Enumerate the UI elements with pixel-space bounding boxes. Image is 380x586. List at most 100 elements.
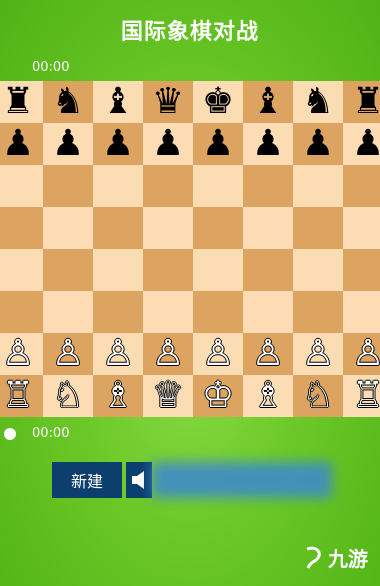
black-pawn-icon[interactable]: ♟ bbox=[102, 126, 134, 162]
board-square[interactable] bbox=[43, 249, 93, 291]
black-rook-icon[interactable]: ♜ bbox=[352, 84, 380, 120]
board-square[interactable] bbox=[293, 207, 343, 249]
board-square[interactable] bbox=[243, 291, 293, 333]
board-square[interactable]: ♗ bbox=[243, 375, 293, 417]
white-rook-icon[interactable]: ♖ bbox=[352, 378, 380, 414]
white-pawn-icon[interactable]: ♙ bbox=[202, 336, 234, 372]
board-square[interactable]: ♟ bbox=[93, 123, 143, 165]
board-square[interactable] bbox=[343, 165, 380, 207]
player-timer: 00:00 bbox=[32, 426, 70, 441]
board-square[interactable]: ♔ bbox=[193, 375, 243, 417]
board-square[interactable] bbox=[93, 291, 143, 333]
board-square[interactable]: ♞ bbox=[293, 81, 343, 123]
board-square[interactable]: ♝ bbox=[243, 81, 293, 123]
white-knight-icon[interactable]: ♘ bbox=[302, 378, 334, 414]
board-square[interactable] bbox=[343, 207, 380, 249]
black-pawn-icon[interactable]: ♟ bbox=[52, 126, 84, 162]
white-bishop-icon[interactable]: ♗ bbox=[252, 378, 284, 414]
board-square[interactable]: ♙ bbox=[293, 333, 343, 375]
black-rook-icon[interactable]: ♜ bbox=[2, 84, 34, 120]
black-king-icon[interactable]: ♚ bbox=[202, 84, 234, 120]
black-pawn-icon[interactable]: ♟ bbox=[352, 126, 380, 162]
board-square[interactable] bbox=[0, 249, 43, 291]
board-square[interactable]: ♙ bbox=[93, 333, 143, 375]
black-pawn-icon[interactable]: ♟ bbox=[202, 126, 234, 162]
white-king-icon[interactable]: ♔ bbox=[202, 378, 234, 414]
board-square[interactable] bbox=[43, 207, 93, 249]
white-bishop-icon[interactable]: ♗ bbox=[102, 378, 134, 414]
board-square[interactable]: ♟ bbox=[0, 123, 43, 165]
board-square[interactable] bbox=[293, 165, 343, 207]
board-square[interactable] bbox=[193, 291, 243, 333]
board-square[interactable] bbox=[193, 165, 243, 207]
chess-board[interactable]: ♜ ♞ ♝ ♛ ♚ ♝ ♞ ♜ ♟ ♟ ♟ ♟ ♟ ♟ ♟ ♟ ♙ ♙ ♙ ♙ ♙ ♙ ♙ ♙ ♖ ♘ ♗ ♕ ♔ ♗ ♘ ♖ bbox=[0, 81, 380, 417]
board-square[interactable] bbox=[0, 207, 43, 249]
board-square[interactable] bbox=[343, 291, 380, 333]
white-queen-icon[interactable]: ♕ bbox=[152, 378, 184, 414]
board-square[interactable] bbox=[293, 249, 343, 291]
board-square[interactable] bbox=[193, 207, 243, 249]
black-pawn-icon[interactable]: ♟ bbox=[2, 126, 34, 162]
board-square[interactable]: ♟ bbox=[143, 123, 193, 165]
white-pawn-icon[interactable]: ♙ bbox=[152, 336, 184, 372]
board-square[interactable]: ♟ bbox=[193, 123, 243, 165]
white-pawn-icon[interactable]: ♙ bbox=[352, 336, 380, 372]
board-square[interactable]: ♙ bbox=[43, 333, 93, 375]
board-square[interactable]: ♛ bbox=[143, 81, 193, 123]
black-pawn-icon[interactable]: ♟ bbox=[152, 126, 184, 162]
black-pawn-icon[interactable]: ♟ bbox=[252, 126, 284, 162]
board-square[interactable]: ♟ bbox=[343, 123, 380, 165]
board-square[interactable]: ♚ bbox=[193, 81, 243, 123]
board-square[interactable] bbox=[143, 249, 193, 291]
board-square[interactable]: ♘ bbox=[293, 375, 343, 417]
board-square[interactable] bbox=[143, 165, 193, 207]
board-square[interactable]: ♟ bbox=[243, 123, 293, 165]
board-square[interactable] bbox=[143, 207, 193, 249]
board-square[interactable]: ♙ bbox=[343, 333, 380, 375]
board-square[interactable]: ♝ bbox=[93, 81, 143, 123]
white-knight-icon[interactable]: ♘ bbox=[52, 378, 84, 414]
board-square[interactable] bbox=[243, 207, 293, 249]
board-square[interactable]: ♘ bbox=[43, 375, 93, 417]
board-square[interactable]: ♟ bbox=[43, 123, 93, 165]
board-square[interactable]: ♞ bbox=[43, 81, 93, 123]
black-knight-icon[interactable]: ♞ bbox=[52, 84, 84, 120]
board-square[interactable]: ♙ bbox=[193, 333, 243, 375]
white-pawn-icon[interactable]: ♙ bbox=[252, 336, 284, 372]
board-square[interactable] bbox=[243, 249, 293, 291]
white-pawn-icon[interactable]: ♙ bbox=[52, 336, 84, 372]
board-square[interactable] bbox=[43, 291, 93, 333]
board-square[interactable]: ♙ bbox=[243, 333, 293, 375]
board-square[interactable]: ♙ bbox=[0, 333, 43, 375]
new-game-button[interactable]: 新建 bbox=[52, 462, 122, 498]
board-square[interactable]: ♟ bbox=[293, 123, 343, 165]
white-pawn-icon[interactable]: ♙ bbox=[302, 336, 334, 372]
board-square[interactable] bbox=[43, 165, 93, 207]
board-square[interactable] bbox=[293, 291, 343, 333]
board-square[interactable]: ♖ bbox=[343, 375, 380, 417]
board-square[interactable] bbox=[243, 165, 293, 207]
board-square[interactable]: ♕ bbox=[143, 375, 193, 417]
board-square[interactable] bbox=[143, 291, 193, 333]
black-knight-icon[interactable]: ♞ bbox=[302, 84, 334, 120]
black-queen-icon[interactable]: ♛ bbox=[152, 84, 184, 120]
board-square[interactable] bbox=[193, 249, 243, 291]
white-pawn-icon[interactable]: ♙ bbox=[2, 336, 34, 372]
board-square[interactable]: ♖ bbox=[0, 375, 43, 417]
black-bishop-icon[interactable]: ♝ bbox=[252, 84, 284, 120]
board-square[interactable] bbox=[0, 291, 43, 333]
board-square[interactable] bbox=[0, 165, 43, 207]
white-rook-icon[interactable]: ♖ bbox=[2, 378, 34, 414]
board-square[interactable] bbox=[93, 165, 143, 207]
board-square[interactable]: ♗ bbox=[93, 375, 143, 417]
board-square[interactable]: ♜ bbox=[0, 81, 43, 123]
sound-toggle-button[interactable] bbox=[126, 462, 152, 498]
board-square[interactable] bbox=[93, 249, 143, 291]
board-square[interactable]: ♙ bbox=[143, 333, 193, 375]
black-bishop-icon[interactable]: ♝ bbox=[102, 84, 134, 120]
board-square[interactable] bbox=[93, 207, 143, 249]
black-pawn-icon[interactable]: ♟ bbox=[302, 126, 334, 162]
board-square[interactable]: ♜ bbox=[343, 81, 380, 123]
board-square[interactable] bbox=[343, 249, 380, 291]
white-pawn-icon[interactable]: ♙ bbox=[102, 336, 134, 372]
